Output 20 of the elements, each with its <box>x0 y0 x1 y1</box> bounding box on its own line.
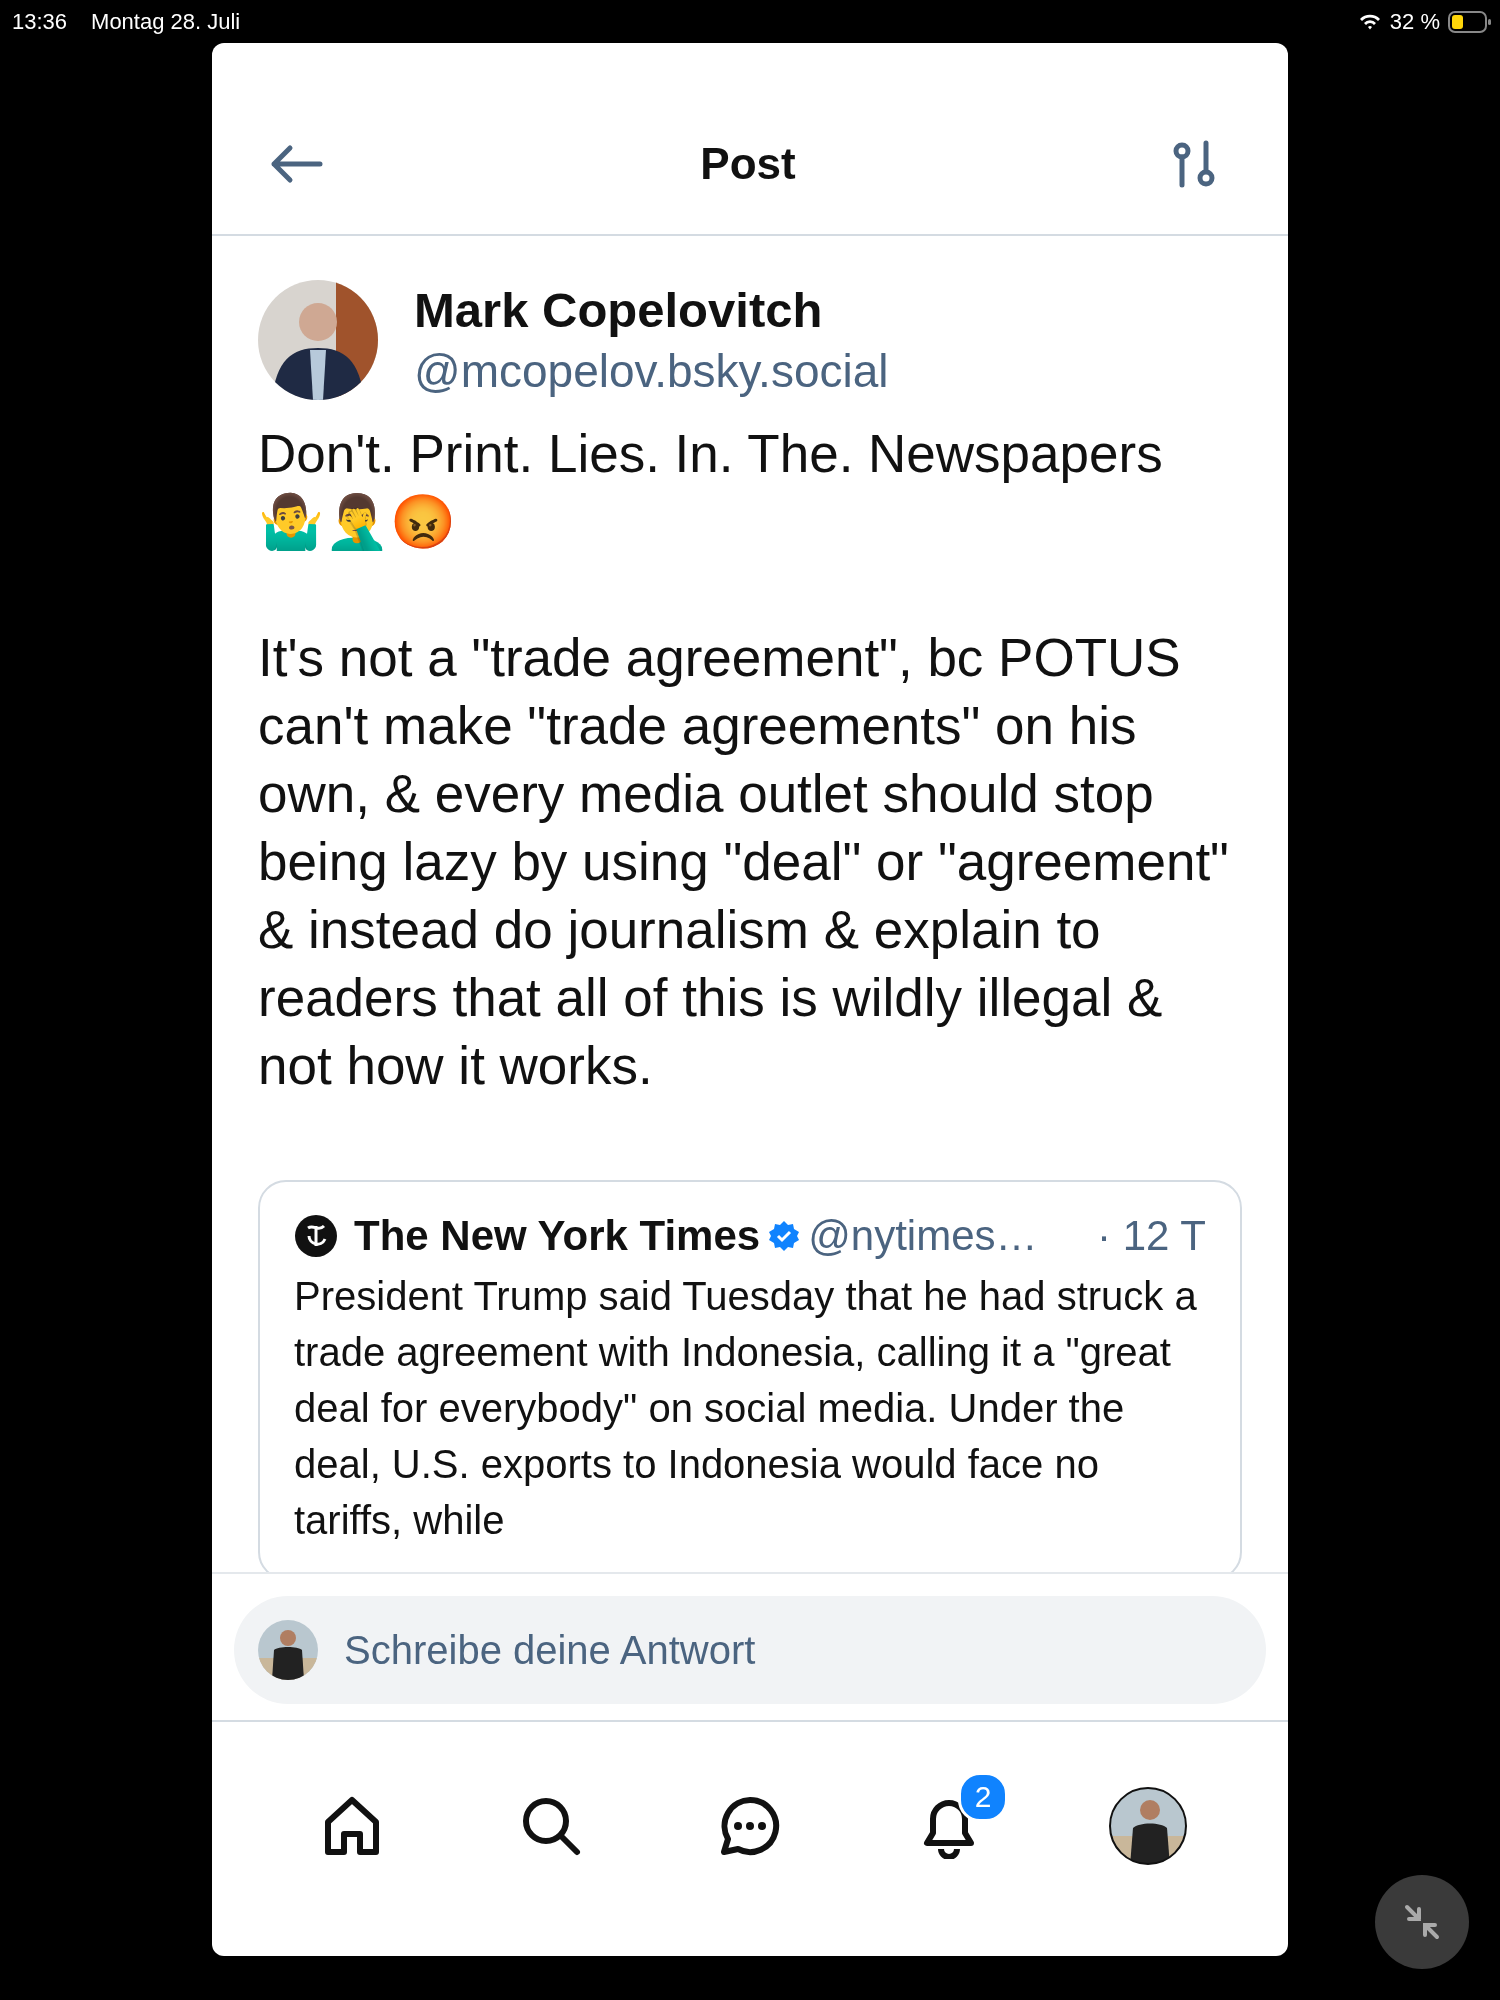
status-time: 13:36 <box>12 8 68 35</box>
post-text: It's not a "trade agreement", bc POTUS can't make "trade agreements" on his own, & every media outlet should stop being lazy by using "deal" or "agreement" & instead do journalism & explain to readers that all of this is wildly illegal & not how it works. <box>258 627 1230 1097</box>
minimize-button[interactable] <box>1375 1875 1469 1969</box>
quoted-post[interactable] <box>258 1180 1242 1572</box>
reply-field[interactable]: Schreibe deine Antwort <box>234 1596 1266 1704</box>
post-text: 🤷‍♂🤦‍♂😡 <box>258 491 457 553</box>
status-date: Montag 28. Juli <box>91 8 241 35</box>
avatar <box>258 1620 318 1680</box>
quoted-post-text: President Trump said Tuesday that he had struck a trade agreement with Indonesia, calling it a "great deal for everybody" on social media. Under the deal, U.S. exports to Indonesia would face no tariffs, while <box>294 1273 1198 1544</box>
battery-percent: 32 % <box>1389 8 1440 35</box>
author-handle[interactable]: @mcopelov.bsky.social <box>414 344 889 398</box>
quoted-author-name: The New York Times <box>354 1212 761 1260</box>
page-title: Post <box>700 138 796 189</box>
post-text: Don't. Print. Lies. In. The. Newspapers <box>258 423 1164 485</box>
author-name[interactable]: Mark Copelovitch <box>414 282 889 338</box>
logo-icon <box>294 1214 338 1258</box>
quoted-author-handle: @nytimes… <box>808 1212 1038 1260</box>
reply-input[interactable]: Schreibe deine Antwort <box>342 1626 1242 1674</box>
post-time: · 12 T <box>1097 1212 1206 1260</box>
battery-icon <box>1448 10 1492 33</box>
